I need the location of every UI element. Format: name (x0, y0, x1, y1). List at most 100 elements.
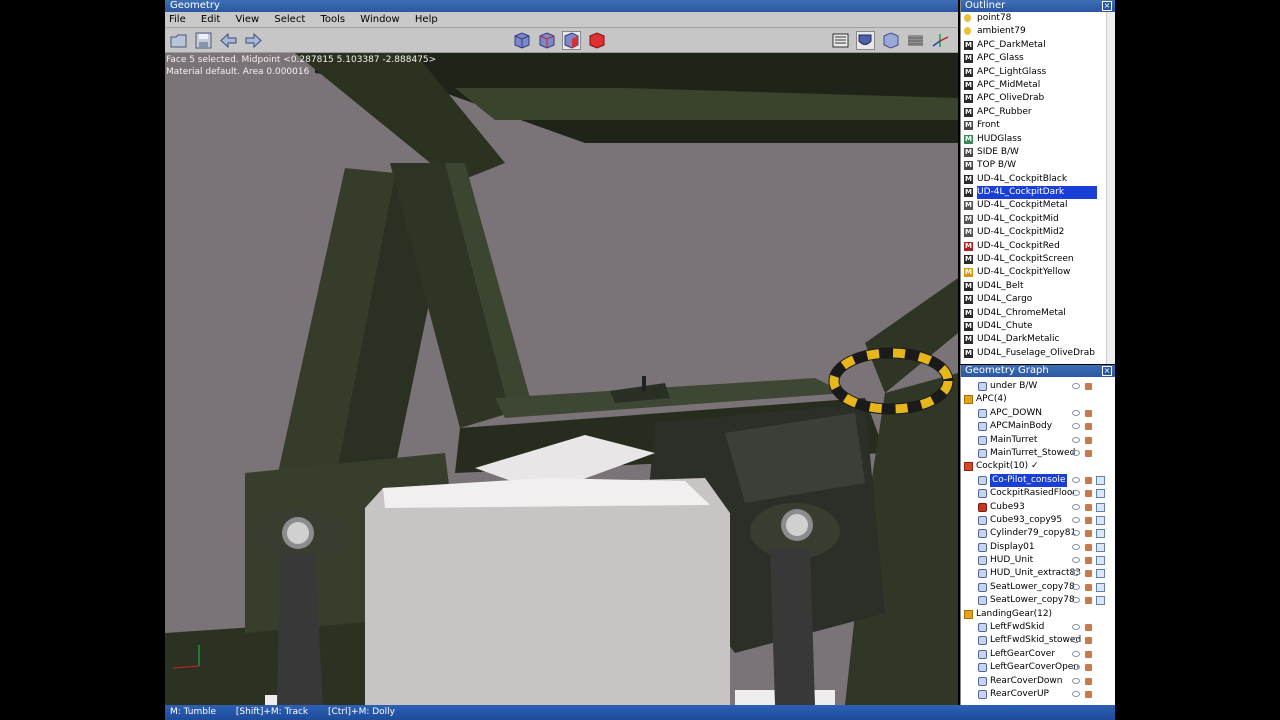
outliner-item[interactable]: point78 (961, 12, 1115, 25)
cube-icon[interactable] (1096, 582, 1105, 592)
lock-icon[interactable] (1085, 637, 1092, 645)
outliner-item[interactable]: M UD4L_Belt (961, 280, 1115, 293)
lock-icon[interactable] (1085, 476, 1092, 484)
graph-object-row[interactable]: LeftFwdSkid_stowed (961, 634, 1115, 647)
wireframe-icon[interactable] (831, 31, 850, 50)
lock-icon[interactable] (1085, 516, 1092, 524)
texture-icon[interactable] (881, 31, 900, 50)
lock-icon[interactable] (1085, 624, 1092, 632)
graph-object-row[interactable]: MainTurret_Stowed (961, 447, 1115, 460)
graph-object-row[interactable]: under B/W (961, 380, 1115, 393)
cube-icon[interactable] (1096, 556, 1105, 566)
graph-object-row[interactable]: Cube93_copy95 (961, 514, 1115, 527)
visibility-eye-icon[interactable] (1072, 583, 1080, 590)
graph-group-row[interactable]: Cockpit(10) ✓ (961, 460, 1115, 473)
outliner-item[interactable]: M APC_Rubber (961, 106, 1115, 119)
lock-icon[interactable] (1085, 650, 1092, 658)
outliner-item[interactable]: M UD4L_Chute (961, 320, 1115, 333)
grid-icon[interactable] (906, 31, 925, 50)
visibility-eye-icon[interactable] (1072, 690, 1080, 697)
visibility-eye-icon[interactable] (1072, 677, 1080, 684)
outliner-item[interactable]: ambient79 (961, 25, 1115, 38)
graph-object-row[interactable]: Display01 (961, 541, 1115, 554)
cube-icon[interactable] (1096, 502, 1105, 512)
outliner-item[interactable]: M UD-4L_CockpitDark (961, 186, 1115, 200)
outliner-item[interactable]: M SIDE B/W (961, 146, 1115, 159)
outliner-item[interactable]: M UD4L_Fuselage_OliveDrab (961, 347, 1115, 360)
lock-icon[interactable] (1085, 436, 1092, 444)
visibility-eye-icon[interactable] (1072, 543, 1080, 550)
open-icon[interactable] (169, 31, 188, 50)
outliner-item[interactable]: M UD4L_DarkMetalic (961, 333, 1115, 346)
outliner-item[interactable]: M APC_MidMetal (961, 79, 1115, 92)
lock-icon[interactable] (1085, 677, 1092, 685)
lock-icon[interactable] (1085, 503, 1092, 511)
cube-icon[interactable] (1096, 596, 1105, 606)
visibility-eye-icon[interactable] (1072, 490, 1080, 497)
outliner-item[interactable]: M TOP B/W (961, 159, 1115, 172)
outliner-item[interactable]: M UD-4L_CockpitBlack (961, 173, 1115, 186)
graph-group-row[interactable]: LandingGear(12) (961, 608, 1115, 621)
lock-icon[interactable] (1085, 690, 1092, 698)
graph-object-row[interactable]: LeftFwdSkid (961, 621, 1115, 634)
vertex-mode-icon[interactable] (512, 31, 531, 50)
lock-icon[interactable] (1085, 664, 1092, 672)
lock-icon[interactable] (1085, 570, 1092, 578)
lock-icon[interactable] (1085, 543, 1092, 551)
graph-object-row[interactable]: HUD_Unit_extract83 (961, 567, 1115, 580)
visibility-eye-icon[interactable] (1072, 503, 1080, 510)
lock-icon[interactable] (1085, 409, 1092, 417)
visibility-eye-icon[interactable] (1072, 476, 1080, 483)
cube-icon[interactable] (1096, 569, 1105, 579)
visibility-eye-icon[interactable] (1072, 530, 1080, 537)
lock-icon[interactable] (1085, 583, 1092, 591)
graph-object-row[interactable]: Co-Pilot_console (961, 473, 1115, 488)
graph-object-row[interactable]: SeatLower_copy78 (961, 594, 1115, 607)
outliner-item[interactable]: M UD-4L_CockpitRed (961, 240, 1115, 253)
menu-file[interactable]: File (165, 12, 194, 28)
outliner-item[interactable]: M Front (961, 119, 1115, 132)
menu-window[interactable]: Window (356, 12, 407, 28)
graph-group-row[interactable]: APC(4) (961, 393, 1115, 406)
graph-object-row[interactable]: RearCoverUP (961, 688, 1115, 701)
menu-edit[interactable]: Edit (197, 12, 228, 28)
visibility-eye-icon[interactable] (1072, 650, 1080, 657)
visibility-eye-icon[interactable] (1072, 409, 1080, 416)
outliner-item[interactable]: M UD4L_Cargo (961, 293, 1115, 306)
save-icon[interactable] (194, 31, 213, 50)
3d-viewport[interactable] (165, 53, 958, 705)
visibility-eye-icon[interactable] (1072, 516, 1080, 523)
outliner-item[interactable]: M APC_DarkMetal (961, 39, 1115, 52)
outliner-item[interactable]: M UD-4L_CockpitMid2 (961, 226, 1115, 239)
lock-icon[interactable] (1085, 490, 1092, 498)
outliner-scrollbar[interactable] (1106, 12, 1115, 364)
graph-object-row[interactable]: CockpitRasiedFloor (961, 487, 1115, 500)
menu-tools[interactable]: Tools (316, 12, 353, 28)
outliner-item[interactable]: M APC_Glass (961, 52, 1115, 65)
close-icon[interactable]: × (1102, 1, 1112, 11)
visibility-eye-icon[interactable] (1072, 449, 1080, 456)
graph-object-row[interactable]: RearCoverDown (961, 675, 1115, 688)
cube-icon[interactable] (1096, 542, 1105, 552)
menu-view[interactable]: View (231, 12, 267, 28)
outliner-item[interactable]: M UD-4L_CockpitMid (961, 213, 1115, 226)
cube-icon[interactable] (1096, 529, 1105, 539)
outliner-item[interactable]: M APC_OliveDrab (961, 92, 1115, 105)
edge-mode-icon[interactable] (537, 31, 556, 50)
outliner-item[interactable]: M UD-4L_CockpitMetal (961, 199, 1115, 212)
object-mode-icon[interactable] (587, 31, 606, 50)
graph-object-row[interactable]: MainTurret (961, 434, 1115, 447)
menu-help[interactable]: Help (411, 12, 446, 28)
lock-icon[interactable] (1085, 557, 1092, 565)
lock-icon[interactable] (1085, 597, 1092, 605)
graph-object-row[interactable]: LeftGearCover (961, 648, 1115, 661)
graph-object-row[interactable]: Cube93 (961, 501, 1115, 514)
undo-icon[interactable] (219, 31, 238, 50)
shaded-icon[interactable] (856, 31, 875, 50)
cube-icon[interactable] (1096, 515, 1105, 525)
graph-object-row[interactable]: APCMainBody (961, 420, 1115, 433)
cube-icon[interactable] (1096, 489, 1105, 499)
menu-select[interactable]: Select (270, 12, 313, 28)
visibility-eye-icon[interactable] (1072, 383, 1080, 389)
lock-icon[interactable] (1085, 383, 1092, 390)
